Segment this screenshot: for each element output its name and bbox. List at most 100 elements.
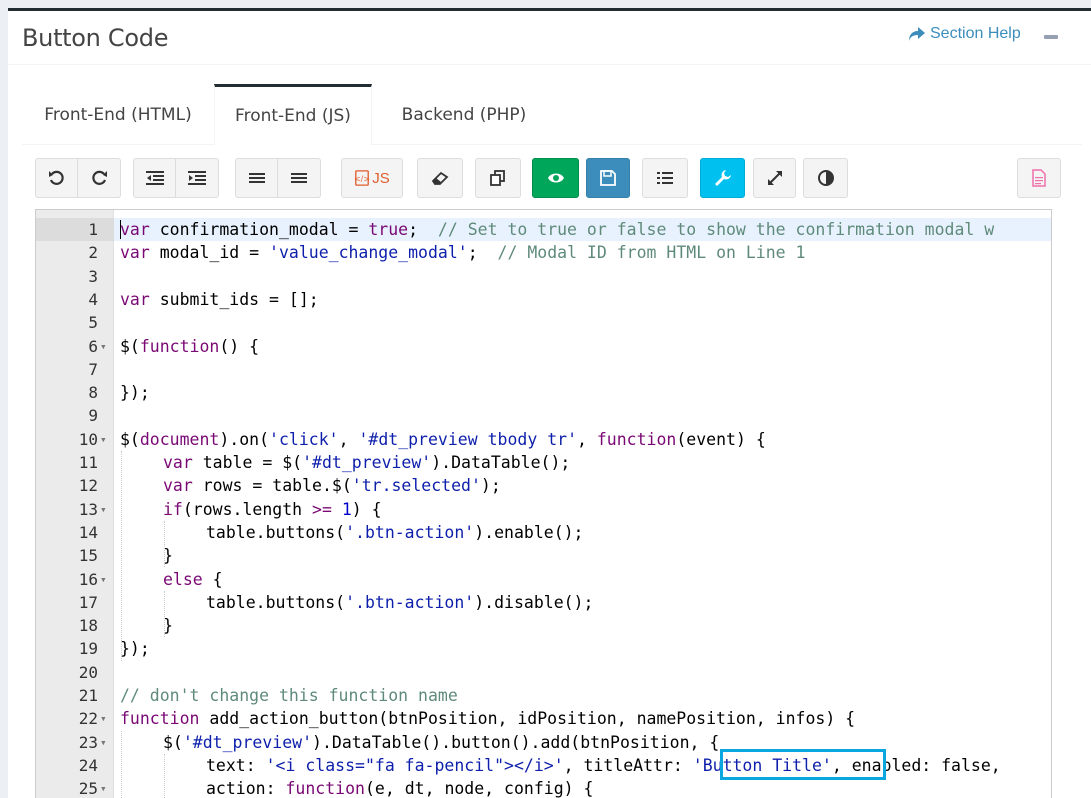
- line-number: 10: [78, 429, 98, 449]
- preview-button[interactable]: [532, 158, 579, 198]
- tab-front-end-js[interactable]: Front-End (JS): [214, 84, 372, 145]
- file-icon: [1032, 169, 1046, 187]
- code-line[interactable]: 4 var submit_ids = [];: [36, 288, 1051, 311]
- contrast-icon: [817, 170, 834, 186]
- indent-button[interactable]: [176, 158, 219, 198]
- redo-icon: [92, 170, 107, 185]
- line-number: 21: [78, 686, 98, 705]
- copy-button[interactable]: [475, 158, 521, 198]
- fold-toggle-icon[interactable]: ▾: [100, 335, 110, 358]
- code-token: 1: [341, 499, 352, 519]
- fold-toggle-icon[interactable]: ▾: [100, 777, 110, 798]
- line-number: 25: [78, 779, 98, 798]
- line-number: 2: [88, 243, 98, 263]
- code-token: submit_ids = [];: [149, 289, 319, 309]
- code-line[interactable]: 15}: [36, 544, 1051, 567]
- align-button[interactable]: [235, 158, 278, 198]
- code-token: table.buttons(: [206, 522, 346, 542]
- code-text: var submit_ids = [];: [120, 288, 319, 311]
- code-token: var: [120, 243, 150, 263]
- code-token: (e, dt, node, config) {: [364, 779, 594, 798]
- fold-toggle-icon[interactable]: ▾: [100, 707, 110, 730]
- code-token: 'click': [269, 429, 339, 449]
- settings-button[interactable]: [700, 158, 745, 198]
- js-format-button[interactable]: </> JS: [341, 158, 403, 198]
- code-token: // Set to true or false to show the conf…: [437, 220, 995, 239]
- code-line[interactable]: 21 // don't change this function name: [36, 684, 1051, 707]
- code-line[interactable]: 10 ▾ $(document).on('click', '#dt_preview …: [36, 428, 1051, 451]
- code-line[interactable]: 24 text: '<i class="fa fa-pencil"></i>', …: [36, 754, 1051, 777]
- code-line[interactable]: 19});: [36, 637, 1051, 660]
- fullscreen-button[interactable]: [753, 158, 796, 198]
- align-justify-icon: [291, 173, 307, 183]
- undo-button[interactable]: [35, 158, 78, 198]
- code-line[interactable]: 20: [36, 661, 1051, 684]
- fold-toggle-icon[interactable]: ▾: [100, 731, 110, 754]
- code-text: table.buttons('.btn-action').enable();: [206, 521, 584, 544]
- save-button[interactable]: [586, 158, 630, 198]
- code-text: // don't change this function name: [120, 684, 458, 707]
- code-line[interactable]: 22 ▾ function add_action_button(btnPositio…: [36, 707, 1051, 730]
- code-token: function: [139, 336, 220, 356]
- tab-front-end-html[interactable]: Front-End (HTML): [22, 85, 214, 145]
- code-text: });: [120, 381, 150, 404]
- code-token: ).enable();: [474, 522, 584, 542]
- code-token: '#dt_preview': [182, 732, 313, 752]
- line-number: 12: [78, 476, 98, 496]
- code-token: action:: [206, 779, 286, 798]
- align-justify-button[interactable]: [278, 158, 321, 198]
- code-line[interactable]: 8});: [36, 381, 1051, 404]
- code-line[interactable]: 6 ▾ $(function() {: [36, 335, 1051, 358]
- code-text: function add_action_button(btnPosition, …: [120, 707, 855, 730]
- docs-button[interactable]: [1017, 158, 1061, 198]
- line-number: 4: [88, 289, 98, 309]
- eraser-button[interactable]: [417, 158, 463, 198]
- code-text: $(document).on('click', '#dt_preview tbo…: [120, 428, 766, 451]
- tab-backend-php[interactable]: Backend (PHP): [374, 85, 554, 145]
- code-token: '<i class="fa fa-pencil"></i>': [265, 755, 564, 775]
- outdent-button[interactable]: [133, 158, 176, 198]
- code-token: var: [163, 453, 193, 472]
- code-line[interactable]: 5: [36, 311, 1051, 334]
- code-token: () {: [219, 336, 260, 356]
- code-token: ).DataTable();: [431, 453, 571, 472]
- collapse-icon[interactable]: [1044, 35, 1058, 39]
- code-token: , titleAttr:: [563, 755, 693, 775]
- code-line[interactable]: 12 var rows = table.$('tr.selected');: [36, 474, 1051, 497]
- code-line[interactable]: 9: [36, 404, 1051, 427]
- indent-guide: [121, 730, 122, 798]
- code-token: true: [368, 220, 409, 239]
- code-line[interactable]: 3: [36, 265, 1051, 288]
- fold-toggle-icon[interactable]: ▾: [100, 428, 110, 451]
- code-line[interactable]: 11 var table = $('#dt_preview').DataTable…: [36, 451, 1051, 474]
- fold-toggle-icon[interactable]: ▾: [100, 568, 110, 591]
- code-line[interactable]: 25 ▾ action: function(e, dt, node, config)…: [36, 777, 1051, 798]
- code-line[interactable]: 14 table.buttons('.btn-action').enable();: [36, 521, 1051, 544]
- code-text: table.buttons('.btn-action').disable();: [206, 591, 593, 614]
- section-help-link[interactable]: Section Help: [908, 25, 1021, 43]
- line-number: 9: [88, 406, 98, 426]
- theme-toggle-button[interactable]: [803, 158, 848, 198]
- redo-button[interactable]: [78, 158, 121, 198]
- line-number: 24: [78, 755, 98, 775]
- code-token: $(: [120, 336, 140, 356]
- code-line[interactable]: 17 table.buttons('.btn-action').disable()…: [36, 591, 1051, 614]
- line-number: 6: [88, 336, 98, 356]
- fold-toggle-icon[interactable]: ▾: [100, 498, 110, 521]
- code-token: ;: [408, 220, 438, 239]
- line-number: 11: [78, 453, 98, 472]
- code-line[interactable]: 7: [36, 358, 1051, 381]
- code-line[interactable]: 16 ▾ else {: [36, 568, 1051, 591]
- code-editor[interactable]: 1 var confirmation_modal = true; // Set t…: [35, 209, 1052, 798]
- line-number: 17: [78, 592, 98, 612]
- code-line[interactable]: 23 ▾ $('#dt_preview').DataTable().button()…: [36, 731, 1051, 754]
- code-token: rows = table.$(: [192, 476, 352, 496]
- code-line[interactable]: 2 var modal_id = 'value_change_modal'; //…: [36, 241, 1051, 264]
- wrench-icon: [714, 170, 731, 186]
- code-line[interactable]: 13 ▾ if(rows.length >= 1) {: [36, 498, 1051, 521]
- line-number: 13: [78, 499, 98, 519]
- code-line[interactable]: 1 var confirmation_modal = true; // Set t…: [36, 218, 1051, 242]
- code-text: var rows = table.$('tr.selected');: [163, 474, 501, 497]
- list-button[interactable]: [642, 158, 688, 198]
- code-line[interactable]: 18}: [36, 614, 1051, 637]
